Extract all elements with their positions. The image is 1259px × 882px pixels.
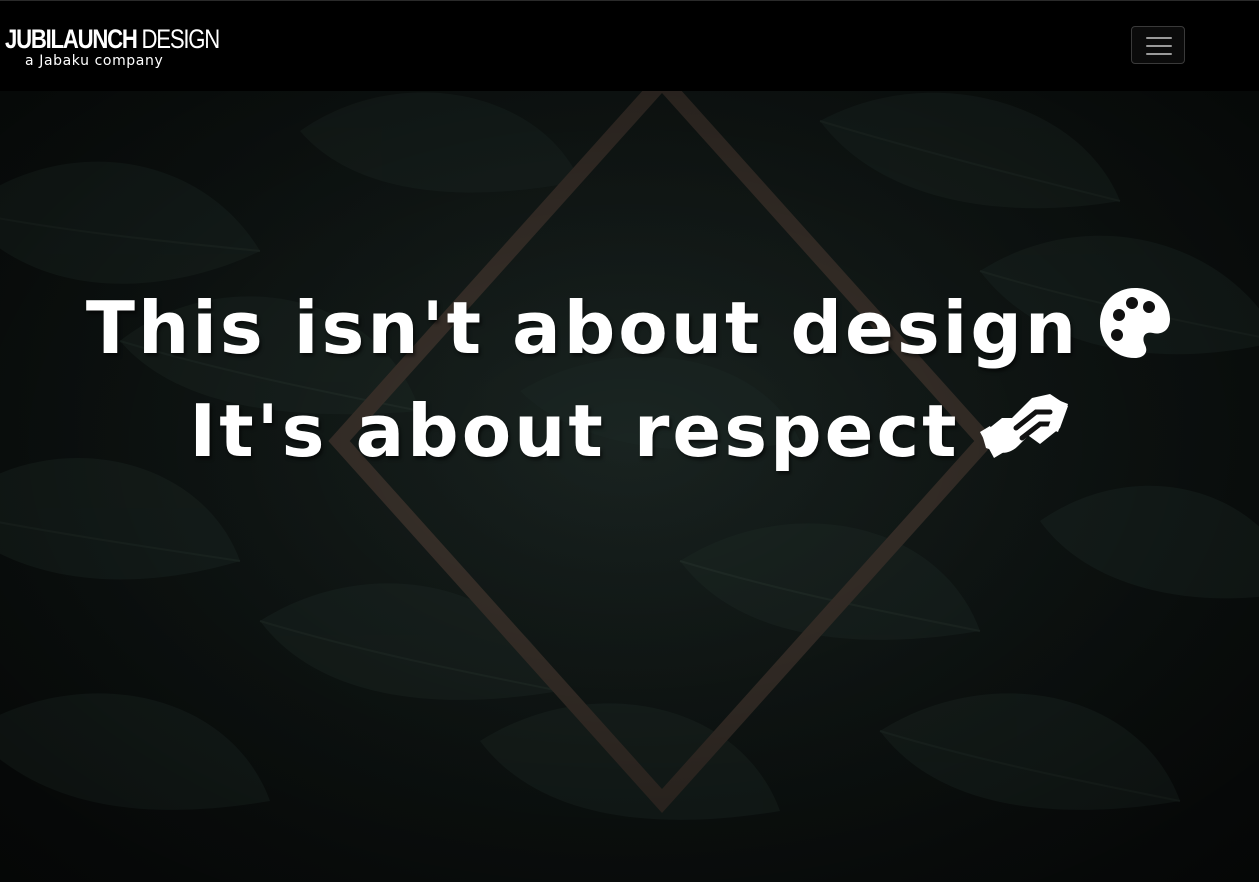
headline-line-1-text: This isn't about design xyxy=(85,286,1080,371)
brand-tagline: a Jabaku company xyxy=(25,53,164,69)
hero-section: This isn't about design It's about respe… xyxy=(0,91,1259,882)
artist-palette-icon xyxy=(1097,285,1173,384)
brand-logo-link[interactable]: JUBILAUNCH DESIGN a Jabaku company xyxy=(5,24,220,69)
headline-line-2: It's about respect xyxy=(0,384,1259,487)
headline-line-1: This isn't about design xyxy=(0,281,1259,384)
navbar-toggle-button[interactable] xyxy=(1131,26,1185,64)
brand-name-bold: JUBILAUNCH xyxy=(5,24,138,54)
handshake-icon xyxy=(978,388,1070,487)
navbar: JUBILAUNCH DESIGN a Jabaku company xyxy=(0,1,1259,91)
headline-line-2-text: It's about respect xyxy=(189,389,960,474)
hamburger-menu-icon xyxy=(1146,36,1172,56)
hero-headline: This isn't about design It's about respe… xyxy=(0,281,1259,487)
brand-name-light: DESIGN xyxy=(141,24,221,54)
brand-name: JUBILAUNCH DESIGN xyxy=(5,24,220,54)
